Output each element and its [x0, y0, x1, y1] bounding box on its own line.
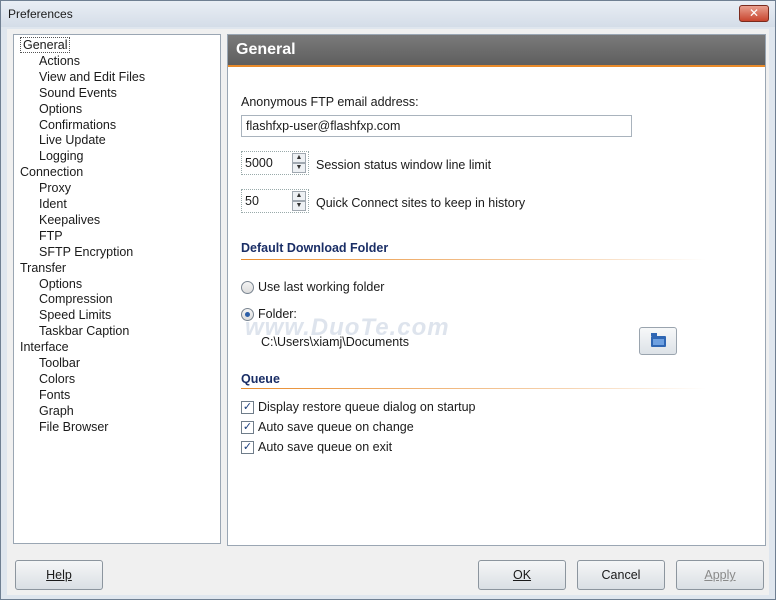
tree-item-label: Options	[39, 101, 83, 116]
tree-item-label: View and Edit Files	[39, 69, 146, 84]
queue-option-checkbox[interactable]: ✓	[241, 441, 254, 454]
tree-item-ident[interactable]: Ident	[39, 196, 67, 212]
tree-item-label: Speed Limits	[39, 308, 112, 323]
tree-item-label: Colors	[39, 371, 76, 386]
tree-item-general[interactable]: General	[20, 37, 71, 53]
tree-item-label: FTP	[39, 228, 63, 243]
settings-panel: General Anonymous FTP email address: fla…	[227, 34, 766, 546]
browse-folder-button[interactable]	[639, 327, 677, 355]
panel-header: General	[228, 35, 765, 67]
tree-item-sftp-encryption[interactable]: SFTP Encryption	[39, 244, 133, 260]
section-divider	[241, 259, 706, 260]
tree-item-label: File Browser	[39, 419, 109, 434]
tree-item-label: Keepalives	[39, 212, 101, 227]
tree-item-fonts[interactable]: Fonts	[39, 387, 70, 403]
folder-radio[interactable]	[241, 308, 254, 321]
tree-item-label: Live Update	[39, 133, 106, 148]
tree-item-connection[interactable]: Connection	[20, 164, 83, 180]
download-folder-heading: Default Download Folder	[241, 241, 389, 255]
session-limit-value: 5000	[245, 156, 273, 170]
dialog-client-area: General Actions View and Edit Files Sound E…	[7, 29, 769, 595]
panel-title: General	[236, 41, 296, 58]
tree-item-proxy[interactable]: Proxy	[39, 180, 71, 196]
tree-item-view-and-edit-files[interactable]: View and Edit Files	[39, 69, 145, 85]
queue-heading: Queue	[241, 372, 280, 386]
ok-button[interactable]: OK	[478, 560, 566, 590]
queue-option-checkbox[interactable]: ✓	[241, 421, 254, 434]
queue-option-label[interactable]: Display restore queue dialog on startup	[258, 400, 476, 414]
anon-email-field[interactable]: flashfxp-user@flashfxp.com	[241, 115, 632, 137]
tree-item-logging[interactable]: Logging	[39, 148, 84, 164]
folder-label[interactable]: Folder:	[258, 307, 297, 321]
spin-up-icon[interactable]: ▲	[292, 153, 306, 163]
tree-item-colors[interactable]: Colors	[39, 371, 75, 387]
apply-button[interactable]: Apply	[676, 560, 764, 590]
section-divider	[241, 388, 706, 389]
tree-item-label: Logging	[39, 149, 84, 164]
queue-option-label[interactable]: Auto save queue on exit	[258, 440, 392, 454]
tree-item-label: General	[20, 37, 71, 53]
spin-up-icon[interactable]: ▲	[292, 191, 306, 201]
tree-item-interface[interactable]: Interface	[20, 339, 69, 355]
tree-item-toolbar[interactable]: Toolbar	[39, 355, 80, 371]
quick-connect-spinner[interactable]: 50 ▲ ▼	[241, 189, 309, 213]
tree-item-keepalives[interactable]: Keepalives	[39, 212, 100, 228]
tree-item-label: Interface	[20, 340, 69, 355]
tree-item-taskbar-caption[interactable]: Taskbar Caption	[39, 323, 129, 339]
preferences-window: Preferences ✕ General Actions View and Edi…	[0, 0, 776, 600]
tree-item-ftp[interactable]: FTP	[39, 228, 63, 244]
spin-down-icon[interactable]: ▼	[292, 201, 306, 211]
tree-item-label: Options	[39, 276, 83, 291]
quick-connect-label: Quick Connect sites to keep in history	[316, 196, 526, 210]
session-limit-spinner[interactable]: 5000 ▲ ▼	[241, 151, 309, 175]
quick-connect-value: 50	[245, 194, 259, 208]
ok-button-label: OK	[512, 568, 532, 582]
title-bar: Preferences ✕	[1, 1, 775, 27]
anon-email-label: Anonymous FTP email address:	[241, 95, 419, 109]
window-title: Preferences	[8, 7, 73, 21]
tree-item-label: Sound Events	[39, 85, 117, 100]
tree-item-label: Proxy	[39, 181, 71, 196]
tree-item-label: Graph	[39, 403, 74, 418]
tree-item-label: Taskbar Caption	[39, 324, 130, 339]
use-last-folder-label[interactable]: Use last working folder	[258, 280, 384, 294]
tree-item-label: Connection	[20, 165, 84, 180]
queue-option-label[interactable]: Auto save queue on change	[258, 420, 414, 434]
tree-item-label: Transfer	[20, 260, 67, 275]
spin-down-icon[interactable]: ▼	[292, 163, 306, 173]
help-button-label: Help	[46, 568, 72, 582]
folder-icon	[651, 333, 666, 347]
tree-item-live-update[interactable]: Live Update	[39, 132, 106, 148]
tree-item-label: Confirmations	[39, 117, 117, 132]
apply-button-label: Apply	[704, 568, 736, 582]
tree-item-label: Fonts	[39, 387, 71, 402]
help-button[interactable]: Help	[15, 560, 103, 590]
tree-item-file-browser[interactable]: File Browser	[39, 419, 108, 435]
tree-item-label: SFTP Encryption	[39, 244, 134, 259]
session-limit-label: Session status window line limit	[316, 158, 492, 172]
tree-item-transfer[interactable]: Transfer	[20, 260, 66, 276]
preferences-tree[interactable]: General Actions View and Edit Files Sound E…	[13, 34, 221, 544]
tree-item-label: Toolbar	[39, 356, 80, 370]
tree-item-confirmations[interactable]: Confirmations	[39, 117, 116, 133]
tree-item-options[interactable]: Options	[39, 276, 82, 292]
tree-item-options[interactable]: Options	[39, 101, 82, 117]
folder-path[interactable]: C:\Users\xiamj\Documents	[261, 335, 409, 349]
tree-item-speed-limits[interactable]: Speed Limits	[39, 307, 111, 323]
tree-item-actions[interactable]: Actions	[39, 53, 80, 69]
use-last-folder-radio[interactable]	[241, 281, 254, 294]
tree-item-graph[interactable]: Graph	[39, 403, 74, 419]
tree-item-sound-events[interactable]: Sound Events	[39, 85, 117, 101]
tree-item-label: Actions	[39, 53, 80, 68]
close-button[interactable]: ✕	[739, 5, 769, 22]
cancel-button-label: Cancel	[601, 568, 641, 582]
cancel-button[interactable]: Cancel	[577, 560, 665, 590]
tree-item-compression[interactable]: Compression	[39, 291, 113, 307]
tree-item-label: Ident	[39, 197, 67, 211]
queue-option-checkbox[interactable]: ✓	[241, 401, 254, 414]
tree-item-label: Compression	[39, 292, 113, 307]
